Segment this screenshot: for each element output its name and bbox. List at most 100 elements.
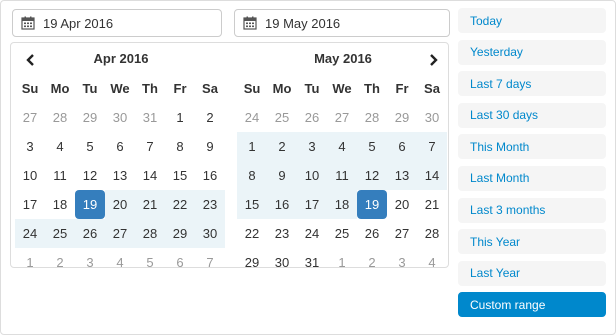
day-cell[interactable]: 2 xyxy=(267,132,297,161)
range-option-yesterday[interactable]: Yesterday xyxy=(458,39,606,65)
day-cell[interactable]: 25 xyxy=(45,219,75,248)
day-cell[interactable]: 9 xyxy=(267,161,297,190)
day-cell[interactable]: 2 xyxy=(195,103,225,132)
day-cell[interactable]: 30 xyxy=(105,103,135,132)
range-option-last-3-months[interactable]: Last 3 months xyxy=(458,197,606,223)
day-cell[interactable]: 12 xyxy=(357,161,387,190)
day-cell[interactable]: 10 xyxy=(297,161,327,190)
range-option-last-30-days[interactable]: Last 30 days xyxy=(458,102,606,128)
day-cell[interactable]: 22 xyxy=(237,219,267,248)
day-cell[interactable]: 16 xyxy=(267,190,297,219)
day-cell[interactable]: 1 xyxy=(237,132,267,161)
calendar-right: May 2016 Su Mo Tu We Th Fr Sa 24 25 26 27 28 29 30 1 2 3… xyxy=(237,43,449,270)
day-cell[interactable]: 30 xyxy=(267,248,297,277)
start-date-input[interactable]: 19 Apr 2016 xyxy=(12,9,222,37)
day-cell[interactable]: 7 xyxy=(417,132,447,161)
day-cell[interactable]: 7 xyxy=(195,248,225,277)
day-cell[interactable]: 11 xyxy=(327,161,357,190)
day-cell[interactable]: 8 xyxy=(165,132,195,161)
day-cell[interactable]: 31 xyxy=(297,248,327,277)
day-cell[interactable]: 23 xyxy=(195,190,225,219)
day-cell[interactable]: 28 xyxy=(357,103,387,132)
day-cell[interactable]: 17 xyxy=(15,190,45,219)
day-cell[interactable]: 3 xyxy=(297,132,327,161)
day-cell[interactable]: 20 xyxy=(387,190,417,219)
day-cell[interactable]: 18 xyxy=(45,190,75,219)
day-cell[interactable]: 21 xyxy=(135,190,165,219)
day-cell[interactable]: 14 xyxy=(417,161,447,190)
day-cell[interactable]: 25 xyxy=(267,103,297,132)
day-cell[interactable]: 11 xyxy=(45,161,75,190)
day-cell[interactable]: 26 xyxy=(357,219,387,248)
day-cell[interactable]: 4 xyxy=(105,248,135,277)
day-cell[interactable]: 9 xyxy=(195,132,225,161)
end-date-input[interactable]: 19 May 2016 xyxy=(234,9,450,37)
day-cell[interactable]: 2 xyxy=(45,248,75,277)
range-option-this-year[interactable]: This Year xyxy=(458,229,606,255)
day-cell[interactable]: 13 xyxy=(387,161,417,190)
chevron-left-icon[interactable] xyxy=(21,51,39,69)
day-cell[interactable]: 24 xyxy=(297,219,327,248)
day-cell[interactable]: 8 xyxy=(237,161,267,190)
day-cell[interactable]: 2 xyxy=(357,248,387,277)
day-cell[interactable]: 27 xyxy=(387,219,417,248)
day-cell[interactable]: 29 xyxy=(75,103,105,132)
range-option-today[interactable]: Today xyxy=(458,8,606,33)
chevron-right-icon[interactable] xyxy=(425,51,443,69)
week-row: 1234567 xyxy=(237,132,449,161)
day-cell[interactable]: 1 xyxy=(327,248,357,277)
day-cell[interactable]: 15 xyxy=(165,161,195,190)
day-cell[interactable]: 5 xyxy=(357,132,387,161)
day-cell[interactable]: 24 xyxy=(237,103,267,132)
range-option-this-month[interactable]: This Month xyxy=(458,134,606,160)
day-cell[interactable]: 26 xyxy=(75,219,105,248)
day-cell[interactable]: 21 xyxy=(417,190,447,219)
day-cell[interactable]: 4 xyxy=(417,248,447,277)
day-cell[interactable]: 22 xyxy=(165,190,195,219)
day-cell[interactable]: 6 xyxy=(387,132,417,161)
range-option-last-month[interactable]: Last Month xyxy=(458,165,606,191)
day-cell[interactable]: 26 xyxy=(297,103,327,132)
day-cell[interactable]: 10 xyxy=(15,161,45,190)
day-cell[interactable]: 18 xyxy=(327,190,357,219)
day-cell[interactable]: 28 xyxy=(135,219,165,248)
day-cell[interactable]: 29 xyxy=(165,219,195,248)
range-option-last-7-days[interactable]: Last 7 days xyxy=(458,71,606,97)
selected-day-cell[interactable]: 19 xyxy=(75,190,105,219)
day-cell[interactable]: 24 xyxy=(15,219,45,248)
day-cell[interactable]: 28 xyxy=(417,219,447,248)
day-cell[interactable]: 3 xyxy=(15,132,45,161)
day-cell[interactable]: 3 xyxy=(387,248,417,277)
day-cell[interactable]: 30 xyxy=(195,219,225,248)
day-cell[interactable]: 6 xyxy=(165,248,195,277)
day-cell[interactable]: 31 xyxy=(135,103,165,132)
day-cell[interactable]: 5 xyxy=(135,248,165,277)
day-cell[interactable]: 16 xyxy=(195,161,225,190)
day-cell[interactable]: 13 xyxy=(105,161,135,190)
day-cell[interactable]: 27 xyxy=(327,103,357,132)
day-cell[interactable]: 27 xyxy=(15,103,45,132)
day-cell[interactable]: 23 xyxy=(267,219,297,248)
day-cell[interactable]: 17 xyxy=(297,190,327,219)
day-cell[interactable]: 4 xyxy=(45,132,75,161)
day-cell[interactable]: 29 xyxy=(237,248,267,277)
day-cell[interactable]: 28 xyxy=(45,103,75,132)
day-cell[interactable]: 29 xyxy=(387,103,417,132)
day-cell[interactable]: 14 xyxy=(135,161,165,190)
day-cell[interactable]: 4 xyxy=(327,132,357,161)
day-cell[interactable]: 25 xyxy=(327,219,357,248)
day-cell[interactable]: 15 xyxy=(237,190,267,219)
day-cell[interactable]: 27 xyxy=(105,219,135,248)
day-cell[interactable]: 12 xyxy=(75,161,105,190)
day-cell[interactable]: 7 xyxy=(135,132,165,161)
day-cell[interactable]: 1 xyxy=(165,103,195,132)
day-cell[interactable]: 1 xyxy=(15,248,45,277)
selected-day-cell[interactable]: 19 xyxy=(357,190,387,219)
range-option-last-year[interactable]: Last Year xyxy=(458,260,606,286)
day-cell[interactable]: 20 xyxy=(105,190,135,219)
range-option-custom-range[interactable]: Custom range xyxy=(458,292,606,318)
day-cell[interactable]: 3 xyxy=(75,248,105,277)
day-cell[interactable]: 5 xyxy=(75,132,105,161)
day-cell[interactable]: 30 xyxy=(417,103,447,132)
day-cell[interactable]: 6 xyxy=(105,132,135,161)
